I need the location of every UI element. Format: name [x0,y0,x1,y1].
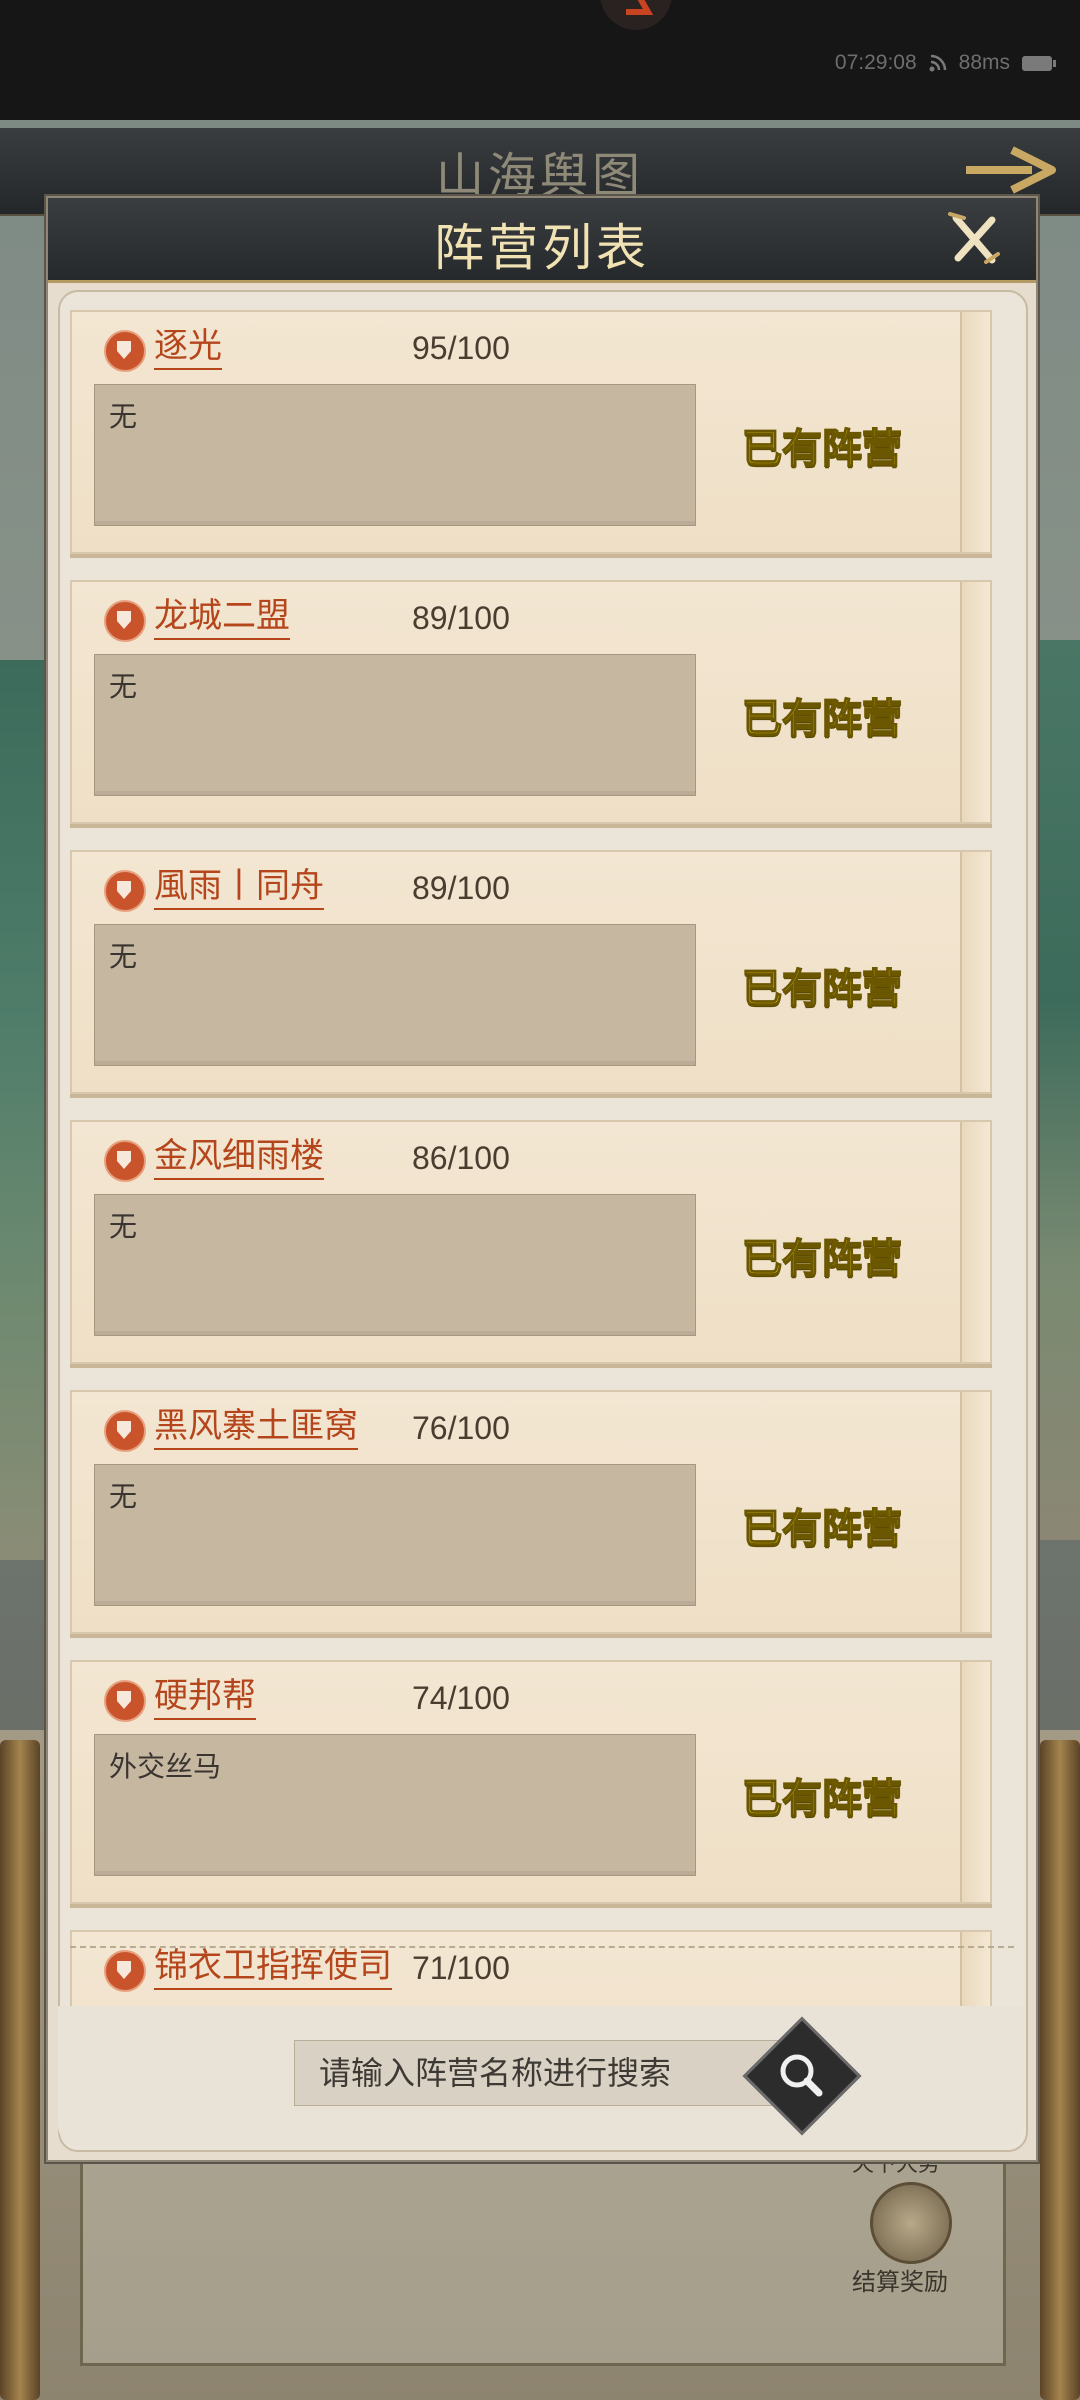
reward-chest-icon[interactable] [870,2182,952,2264]
card-tab [960,1122,990,1362]
camp-name[interactable]: 金风细雨楼 [154,1134,324,1180]
camp-emblem-icon [104,1950,146,1992]
card-tab [960,852,990,1092]
camp-description: 无 [94,1464,696,1606]
camp-name[interactable]: 黑风寨土匪窝 [154,1404,358,1450]
camp-emblem-icon [104,600,146,642]
status-bar: 07:29:08 88ms [0,0,1080,120]
close-icon [948,212,1000,264]
dialog-title: 阵营列表 [434,219,650,277]
camp-card[interactable]: 金风细雨楼 86/100 无 已有阵营 [70,1120,992,1364]
card-tab [960,1392,990,1632]
close-button[interactable] [922,204,1018,276]
card-tab [960,1662,990,1902]
member-count: 89/100 [412,870,510,906]
camp-description-text: 无 [109,1210,138,1243]
camp-search-input[interactable] [294,2040,794,2106]
camp-status: 已有阵营 [741,694,903,743]
camp-description: 无 [94,654,696,796]
camp-description-text: 无 [109,670,138,703]
camp-status: 已有阵营 [741,1234,903,1283]
list-divider [70,1946,1014,1948]
card-tab [960,312,990,552]
signal-icon [929,54,946,72]
camp-card[interactable]: 風雨丨同舟 89/100 无 已有阵营 [70,850,992,1094]
camp-description: 无 [94,1194,696,1336]
member-count: 86/100 [412,1140,510,1176]
battery-icon [1022,55,1056,71]
dialog-header: 阵营列表 [48,198,1036,283]
camp-emblem-icon [104,1140,146,1182]
camp-description: 外交丝马 [94,1734,696,1876]
member-count: 89/100 [412,600,510,636]
clock: 07:29:08 [834,51,917,74]
camp-description-text: 无 [109,400,138,433]
camp-card[interactable]: 逐光 95/100 无 已有阵营 [70,310,992,554]
camp-name[interactable]: 锦衣卫指挥使司 [154,1944,392,1990]
camp-status: 已有阵营 [741,1774,903,1823]
reward-label: 结算奖励 [852,2268,948,2296]
camp-name[interactable]: 逐光 [154,324,222,370]
camp-description: 无 [94,924,696,1066]
member-count: 76/100 [412,1410,510,1446]
camp-description-text: 无 [109,940,138,973]
scroll-rod-right [1040,1740,1080,2400]
camp-card[interactable]: 黑风寨土匪窝 76/100 无 已有阵营 [70,1390,992,1634]
camp-list[interactable]: 逐光 95/100 无 已有阵营 龙城二盟 89/100 无 已有阵营 風雨丨同… [70,306,1014,2006]
member-count: 95/100 [412,330,510,366]
camp-description: 无 [94,384,696,526]
camp-emblem-icon [104,1410,146,1452]
camp-emblem-icon [104,330,146,372]
member-count: 74/100 [412,1680,510,1716]
camp-name[interactable]: 硬邦帮 [154,1674,256,1720]
camp-status: 已有阵营 [741,964,903,1013]
search-icon [780,2054,823,2097]
camp-description-text: 外交丝马 [109,1750,222,1783]
camp-card[interactable]: 硬邦帮 74/100 外交丝马 已有阵营 [70,1660,992,1904]
card-tab [960,1932,990,2006]
camp-status: 已有阵营 [741,424,903,473]
camp-emblem-icon [104,870,146,912]
camp-card[interactable]: 龙城二盟 89/100 无 已有阵营 [70,580,992,824]
status-indicators: 07:29:08 88ms [834,48,1056,78]
ping-value: 88ms [958,51,1010,74]
camp-description-text: 无 [109,1480,138,1513]
camp-list-dialog: 阵营列表 逐光 95/100 无 已有阵营 龙城二盟 89/100 无 已有阵营 [46,196,1038,2162]
scroll-rod-left [0,1740,40,2400]
card-tab [960,582,990,822]
camp-emblem-icon [104,1680,146,1722]
camp-status: 已有阵营 [741,1504,903,1553]
camp-card[interactable]: 锦衣卫指挥使司 71/100 [70,1930,992,2006]
member-count: 71/100 [412,1950,510,1986]
app-logo [600,0,672,30]
camp-name[interactable]: 風雨丨同舟 [154,864,324,910]
arrow-right-icon[interactable] [962,140,1062,200]
camp-name[interactable]: 龙城二盟 [154,594,290,640]
